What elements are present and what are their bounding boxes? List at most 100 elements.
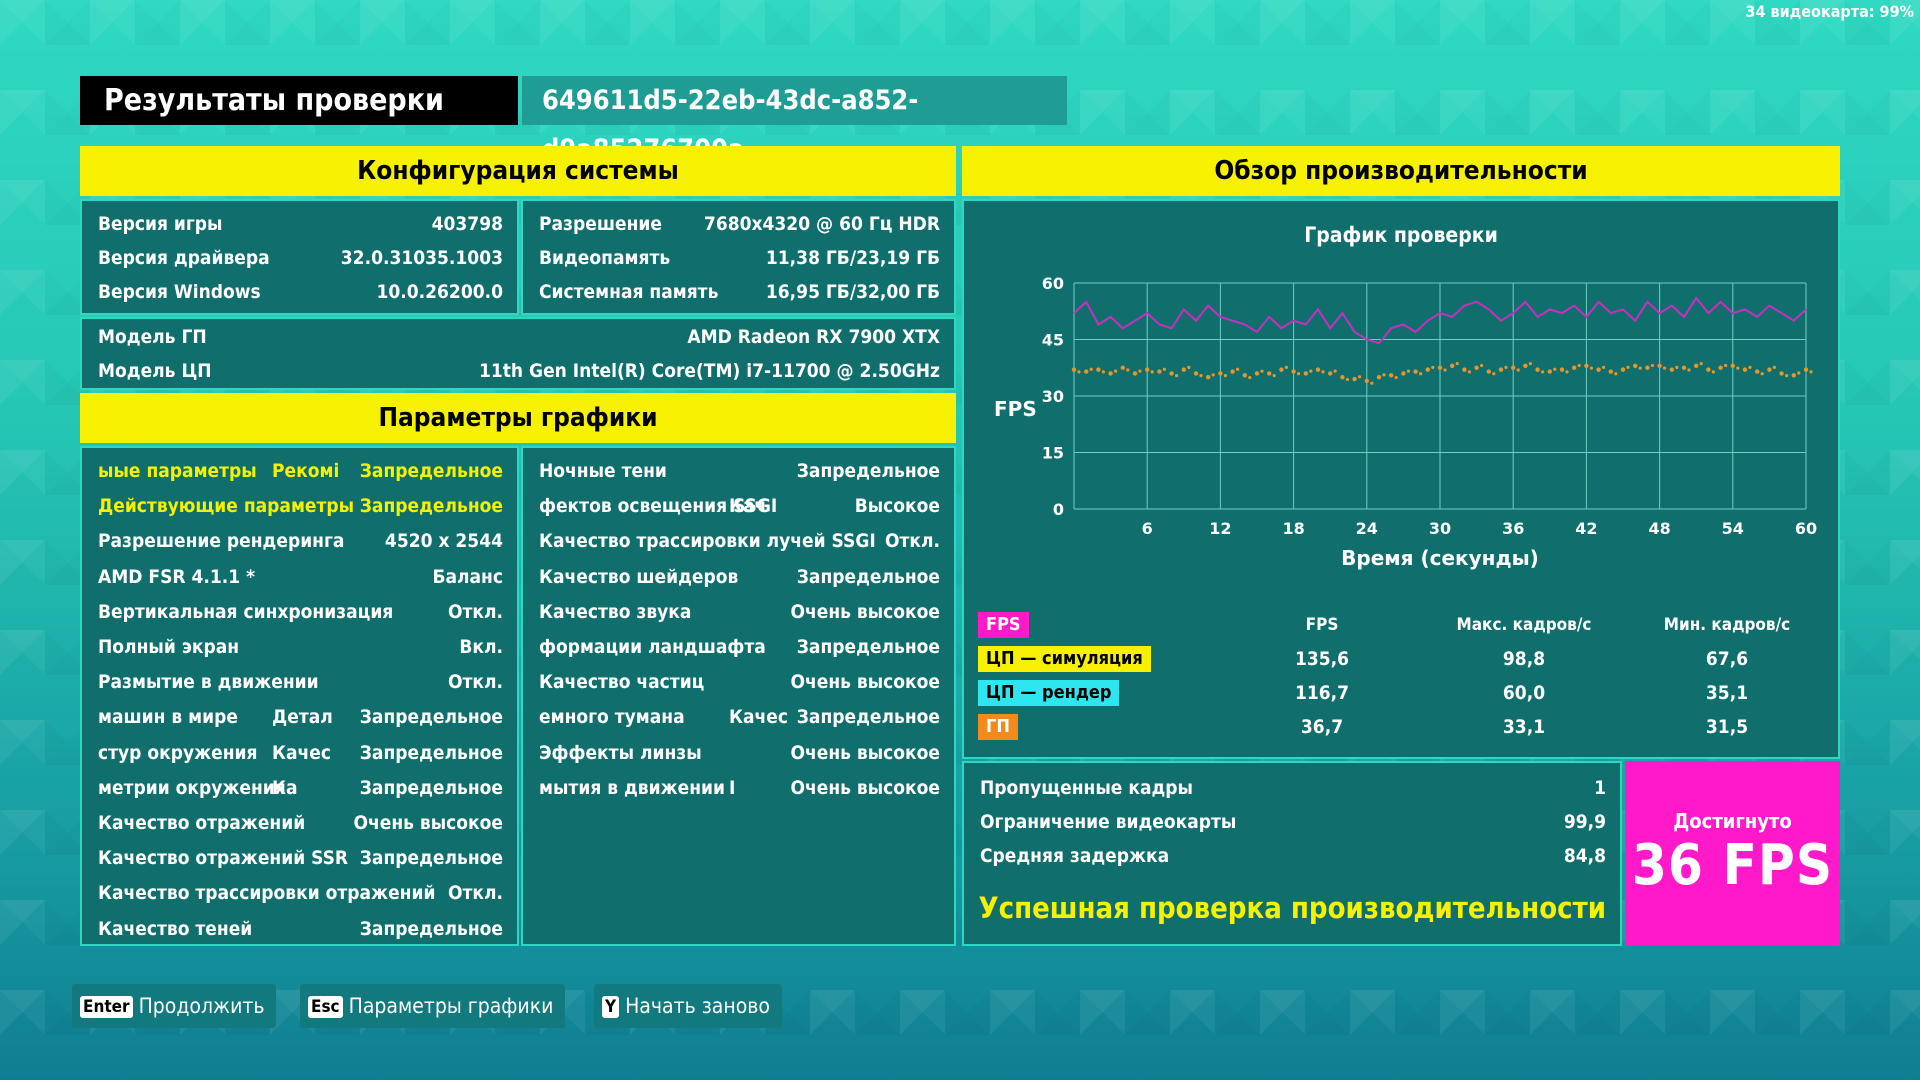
x-tick-label: 30 bbox=[1429, 519, 1451, 538]
series-point bbox=[1389, 373, 1394, 378]
setting-value: Запредельное bbox=[359, 776, 503, 799]
series-point bbox=[1809, 370, 1813, 374]
series-point bbox=[1724, 363, 1728, 368]
series-point bbox=[1267, 371, 1272, 376]
series-point bbox=[1559, 367, 1565, 372]
setting-label: Эффекты линзы bbox=[539, 741, 702, 764]
setting-truncated-text: Качес bbox=[272, 741, 331, 764]
series-point bbox=[1755, 369, 1760, 374]
setting-value: Запредельное bbox=[359, 741, 503, 764]
setting-label: Полный экран bbox=[98, 636, 240, 658]
stat-value: 33,1 bbox=[1502, 716, 1546, 738]
summary-panel: Пропущенные кадры 1 Ограничение видеокарт… bbox=[962, 761, 1622, 946]
setting-label: емного тумана bbox=[539, 706, 685, 729]
series-point bbox=[1577, 363, 1581, 368]
series-point bbox=[1120, 365, 1125, 370]
series-point bbox=[1657, 363, 1662, 369]
series-point bbox=[1462, 367, 1467, 372]
restart-button[interactable]: Y Начать заново bbox=[594, 984, 782, 1028]
series-point bbox=[1309, 369, 1313, 373]
series-point bbox=[1126, 368, 1130, 372]
setting-value: Запредельное bbox=[796, 460, 940, 482]
series-point bbox=[1236, 367, 1240, 371]
setting-label: Ночные тени bbox=[539, 460, 667, 482]
setting-truncated-text: Ка bbox=[272, 776, 298, 799]
setting-value: Высокое bbox=[854, 495, 940, 518]
setting-truncated-text: Кач bbox=[729, 495, 767, 518]
series-point bbox=[1162, 367, 1166, 371]
stat-value: 67,6 bbox=[1705, 648, 1749, 670]
stats-header: Макс. кадров/с bbox=[1456, 615, 1592, 635]
setting-row: Действующие параметры Запредельное bbox=[82, 489, 517, 523]
info-row: Версия Windows 10.0.26200.0 bbox=[98, 281, 503, 303]
setting-row: Полный экран Вкл. bbox=[82, 630, 517, 664]
info-row: Версия игры 403798 bbox=[98, 213, 503, 235]
series-point bbox=[1650, 363, 1654, 368]
legend-gpu: ГП bbox=[978, 714, 1018, 740]
graphics-settings-button[interactable]: Esc Параметры графики bbox=[300, 984, 566, 1028]
graphics-right-panel: Ночные тени Запредельное фектов освещения … bbox=[521, 446, 956, 946]
setting-label: Качество теней bbox=[98, 917, 253, 940]
setting-row: Вертикальная синхронизация Откл. bbox=[82, 595, 517, 629]
stat-value: 31,5 bbox=[1705, 716, 1749, 738]
series-point bbox=[1669, 367, 1674, 372]
setting-label: Качество шейдеров bbox=[539, 565, 739, 588]
series-point bbox=[1633, 363, 1638, 369]
setting-row: Качество трассировки отражений Откл. bbox=[82, 876, 517, 910]
series-point bbox=[1077, 370, 1081, 374]
series-point bbox=[1767, 367, 1772, 372]
series-point bbox=[1401, 371, 1406, 376]
setting-truncated-text: Детал bbox=[272, 706, 333, 729]
setting-value: Очень высокое bbox=[353, 812, 503, 834]
series-point bbox=[1620, 367, 1626, 372]
setting-value: Запредельное bbox=[796, 706, 940, 729]
continue-button[interactable]: Enter Продолжить bbox=[72, 984, 277, 1028]
series-point bbox=[1535, 367, 1540, 372]
setting-row: стур окружения Качес Запредельное bbox=[82, 736, 517, 770]
series-point bbox=[1376, 374, 1382, 380]
sysconfig-right-panel: Разрешение 7680x4320 @ 60 Гц HDR Видеопам… bbox=[521, 199, 956, 315]
achieved-fps-box: Достигнуто 36 FPS bbox=[1625, 761, 1840, 946]
series-point bbox=[1742, 367, 1748, 372]
series-point bbox=[1254, 371, 1260, 376]
setting-value: Откл. bbox=[447, 671, 503, 694]
series-point bbox=[1437, 365, 1443, 370]
setting-value: Откл. bbox=[447, 882, 503, 905]
series-point bbox=[1333, 369, 1337, 373]
setting-value: Вкл. bbox=[459, 636, 503, 658]
series-point bbox=[1760, 372, 1764, 376]
run-id: 649611d5-22eb-43dc-a852-d9a85276700a bbox=[522, 76, 1067, 165]
y-tick-label: 0 bbox=[1053, 500, 1064, 519]
setting-value: Баланс bbox=[432, 565, 503, 588]
series-point bbox=[1504, 365, 1508, 369]
series-point bbox=[1486, 369, 1491, 374]
series-point bbox=[1638, 366, 1642, 370]
series-point bbox=[1394, 375, 1398, 380]
series-point bbox=[1492, 372, 1496, 376]
benchmark-chart: 0 15 30 45 60 6 12 18 24 30 36 42 48 54 60 FPS Время (се… bbox=[994, 274, 1817, 570]
setting-label: стур окружения bbox=[98, 741, 258, 764]
series-point bbox=[1584, 363, 1589, 369]
series-point bbox=[1602, 365, 1606, 369]
setting-row: ыые параметры Рекомі Запредельное bbox=[82, 454, 517, 488]
series-point bbox=[1364, 378, 1369, 384]
achieved-value: 36 FPS bbox=[1631, 833, 1834, 898]
x-tick-label: 24 bbox=[1356, 519, 1378, 538]
y-tick-label: 30 bbox=[1042, 387, 1064, 406]
setting-row: емного тумана Качес Запредельное bbox=[523, 700, 954, 734]
setting-value: Запредельное bbox=[796, 636, 940, 658]
summary-row: Пропущенные кадры 1 bbox=[980, 777, 1606, 799]
setting-row: Качество звука Очень высокое bbox=[523, 595, 954, 629]
setting-truncated-text: Рекомі bbox=[272, 460, 340, 482]
series-point bbox=[1455, 362, 1459, 366]
series-point bbox=[1718, 365, 1723, 370]
graphics-settings-header: Параметры графики bbox=[80, 393, 956, 443]
series-point bbox=[1711, 370, 1715, 374]
setting-row: AMD FSR 4.1.1 * Баланс bbox=[82, 560, 517, 594]
series-point bbox=[1199, 374, 1203, 378]
setting-label: Вертикальная синхронизация bbox=[98, 600, 394, 623]
setting-truncated-text: Качес bbox=[729, 706, 788, 729]
series-point bbox=[1279, 367, 1284, 372]
series-point bbox=[1596, 367, 1601, 372]
series-point bbox=[1663, 366, 1667, 370]
